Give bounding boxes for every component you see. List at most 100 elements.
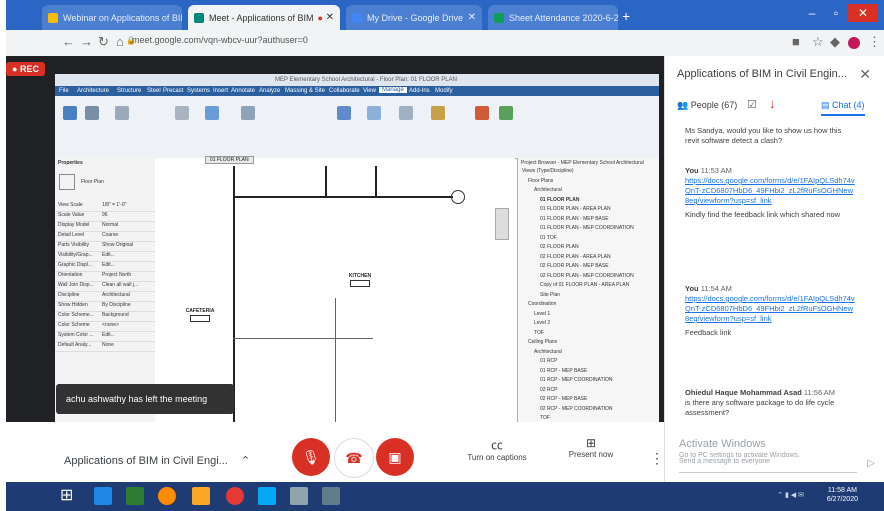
project-browser-item[interactable]: 02 FLOOR PLAN - MEP BASE — [518, 263, 659, 273]
back-icon[interactable]: ← — [62, 34, 75, 49]
ribbon-tab[interactable]: Modify — [435, 88, 453, 94]
project-browser-item[interactable]: Ceiling Plans — [518, 339, 659, 349]
store-icon[interactable] — [126, 487, 144, 505]
browser-tab[interactable]: Sheet Attendance 2020-6-27 11: ✕ — [488, 5, 618, 30]
property-row[interactable]: Graphic Displ... Edit... — [55, 262, 155, 272]
leave-call-button[interactable]: ☎ — [334, 438, 374, 478]
navigation-bar[interactable] — [495, 208, 509, 240]
meeting-details-button[interactable]: Applications of BIM in Civil Engi... ⌃ — [64, 454, 250, 467]
ribbon-tab[interactable]: Massing & Site — [285, 88, 325, 94]
ribbon-tab[interactable]: Steel — [147, 88, 161, 94]
project-browser-item[interactable]: Coordination — [518, 301, 659, 311]
send-icon[interactable]: ▷ — [867, 458, 875, 469]
bookmark-star-icon[interactable]: ☆ — [812, 34, 824, 50]
property-row[interactable]: Color Scheme <none> — [55, 322, 155, 332]
phases-icon[interactable] — [399, 106, 413, 120]
camera-permission-icon[interactable]: ■ — [792, 34, 800, 49]
close-tab-icon[interactable]: ✕ — [326, 12, 334, 23]
property-row[interactable]: System Color ... Edit... — [55, 332, 155, 342]
dynamo-icon[interactable] — [475, 106, 489, 120]
modify-tool-icon[interactable] — [63, 106, 77, 120]
property-row[interactable]: Default Analy... None — [55, 342, 155, 352]
notepad-icon[interactable] — [290, 487, 308, 505]
ribbon-tab[interactable]: View — [363, 88, 376, 94]
message-link[interactable]: https://docs.google.com/forms/d/e/1FAIpQ… — [685, 176, 857, 206]
file-explorer-icon[interactable] — [192, 487, 210, 505]
project-browser-item[interactable]: 01 FLOOR PLAN — [518, 197, 659, 207]
ribbon-tab[interactable]: Structure — [117, 88, 141, 94]
property-row[interactable]: Color Scheme... Background — [55, 312, 155, 322]
project-browser-item[interactable]: 01 FLOOR PLAN - AREA PLAN — [518, 206, 659, 216]
project-browser-item[interactable]: 02 FLOOR PLAN - MEP COORDINATION — [518, 273, 659, 283]
view-tab[interactable]: 01 FLOOR PLAN — [205, 156, 254, 164]
selection-icon[interactable] — [431, 106, 445, 120]
project-browser-item[interactable]: Level 2 — [518, 320, 659, 330]
property-row[interactable]: Scale Value 96 — [55, 212, 155, 222]
extension-icon[interactable]: ◆ — [830, 34, 840, 50]
more-options-icon[interactable]: ⋮ — [650, 450, 664, 467]
project-browser-item[interactable]: Floor Plans — [518, 178, 659, 188]
project-browser-item[interactable]: 02 RCP - MEP COORDINATION — [518, 406, 659, 416]
ribbon-tab[interactable]: Insert — [213, 88, 228, 94]
project-browser-item[interactable]: Copy of 01 FLOOR PLAN - AREA PLAN — [518, 282, 659, 292]
message-link[interactable]: https://docs.google.com/forms/d/e/1FAIpQ… — [685, 294, 857, 324]
mic-off-button[interactable]: 🎙 — [292, 438, 330, 476]
url-field[interactable]: meet.google.com/vqn-wbcv-uur?authuser=0 — [132, 35, 308, 45]
property-row[interactable]: Discipline Architectural — [55, 292, 155, 302]
windows-start-icon[interactable]: ⊞ — [60, 487, 78, 505]
project-browser-item[interactable]: Views (Type/Discipline) — [518, 168, 659, 178]
project-browser-item[interactable]: TOF — [518, 330, 659, 340]
chat-tab[interactable]: ▤ Chat (4) — [821, 100, 865, 116]
chat-message-input[interactable]: Send a message to everyone — [679, 458, 857, 473]
browser-tab[interactable]: My Drive - Google Drive ✕ — [346, 5, 482, 30]
close-tab-icon[interactable]: ✕ — [468, 12, 476, 23]
captions-button[interactable]: ㏄ Turn on captions — [462, 436, 532, 462]
property-row[interactable]: Display Model Normal — [55, 222, 155, 232]
skype-icon[interactable] — [258, 487, 276, 505]
project-browser-item[interactable]: Architectural — [518, 187, 659, 197]
project-browser-item[interactable]: 02 FLOOR PLAN — [518, 244, 659, 254]
ribbon-tab[interactable]: Analyze — [259, 88, 280, 94]
maximize-icon[interactable]: ▫ — [824, 4, 848, 22]
dynamo-player-icon[interactable] — [499, 106, 513, 120]
properties-type[interactable]: Floor Plan — [81, 179, 104, 185]
design-options-icon[interactable] — [241, 106, 255, 120]
property-row[interactable]: Show Hidden By Discipline — [55, 302, 155, 312]
menu-kebab-icon[interactable]: ⋮ — [868, 34, 881, 50]
project-browser-item[interactable]: Level 1 — [518, 311, 659, 321]
project-browser-item[interactable]: 01 RCP - MEP COORDINATION — [518, 377, 659, 387]
property-row[interactable]: View Scale 1/8" = 1'-0" — [55, 202, 155, 212]
ribbon-tab[interactable]: Collaborate — [329, 88, 360, 94]
firefox-icon[interactable] — [158, 487, 176, 505]
close-panel-icon[interactable]: ✕ — [859, 66, 871, 83]
forward-icon[interactable]: → — [80, 34, 93, 49]
project-browser-item[interactable]: 02 RCP - MEP BASE — [518, 396, 659, 406]
project-browser-item[interactable]: 01 RCP - MEP BASE — [518, 368, 659, 378]
browser-tab-active[interactable]: Meet - Applications of BIM ● ✕ — [188, 5, 340, 30]
project-browser-item[interactable]: 01 FLOOR PLAN - MEP COORDINATION — [518, 225, 659, 235]
additional-settings-icon[interactable] — [175, 106, 189, 120]
edge-icon[interactable] — [94, 487, 112, 505]
project-browser-item[interactable]: Architectural — [518, 349, 659, 359]
system-tray[interactable]: ⌃ ▮ ◀ ✉ — [777, 491, 804, 499]
property-row[interactable]: Parts Visibility Show Original — [55, 242, 155, 252]
project-browser-item[interactable]: 01 TOF — [518, 235, 659, 245]
manage-links-icon[interactable] — [367, 106, 381, 120]
ribbon-tab[interactable]: Architecture — [77, 88, 109, 94]
reload-icon[interactable]: ↻ — [98, 34, 109, 50]
property-row[interactable]: Wall Join Disp... Clean all wall j... — [55, 282, 155, 292]
camera-off-button[interactable]: ▣ — [376, 438, 414, 476]
property-row[interactable]: Orientation Project North — [55, 272, 155, 282]
profile-avatar-icon[interactable] — [848, 37, 860, 49]
project-browser-item[interactable]: 02 RCP — [518, 387, 659, 397]
materials-icon[interactable] — [85, 106, 99, 120]
revit-icon[interactable] — [322, 487, 340, 505]
ribbon-tab[interactable]: Add-Ins — [409, 88, 430, 94]
location-icon[interactable] — [205, 106, 219, 120]
project-browser-item[interactable]: 01 RCP — [518, 358, 659, 368]
people-tab[interactable]: 👥 People (67) — [677, 100, 737, 111]
create-engine-icon[interactable] — [337, 106, 351, 120]
floor-plan-canvas[interactable]: 01 FLOOR PLAN CAFETERIA KITCHEN — [155, 156, 515, 462]
ribbon-tab-active[interactable]: Manage — [379, 87, 407, 93]
project-browser-item[interactable]: 01 FLOOR PLAN - MEP BASE — [518, 216, 659, 226]
